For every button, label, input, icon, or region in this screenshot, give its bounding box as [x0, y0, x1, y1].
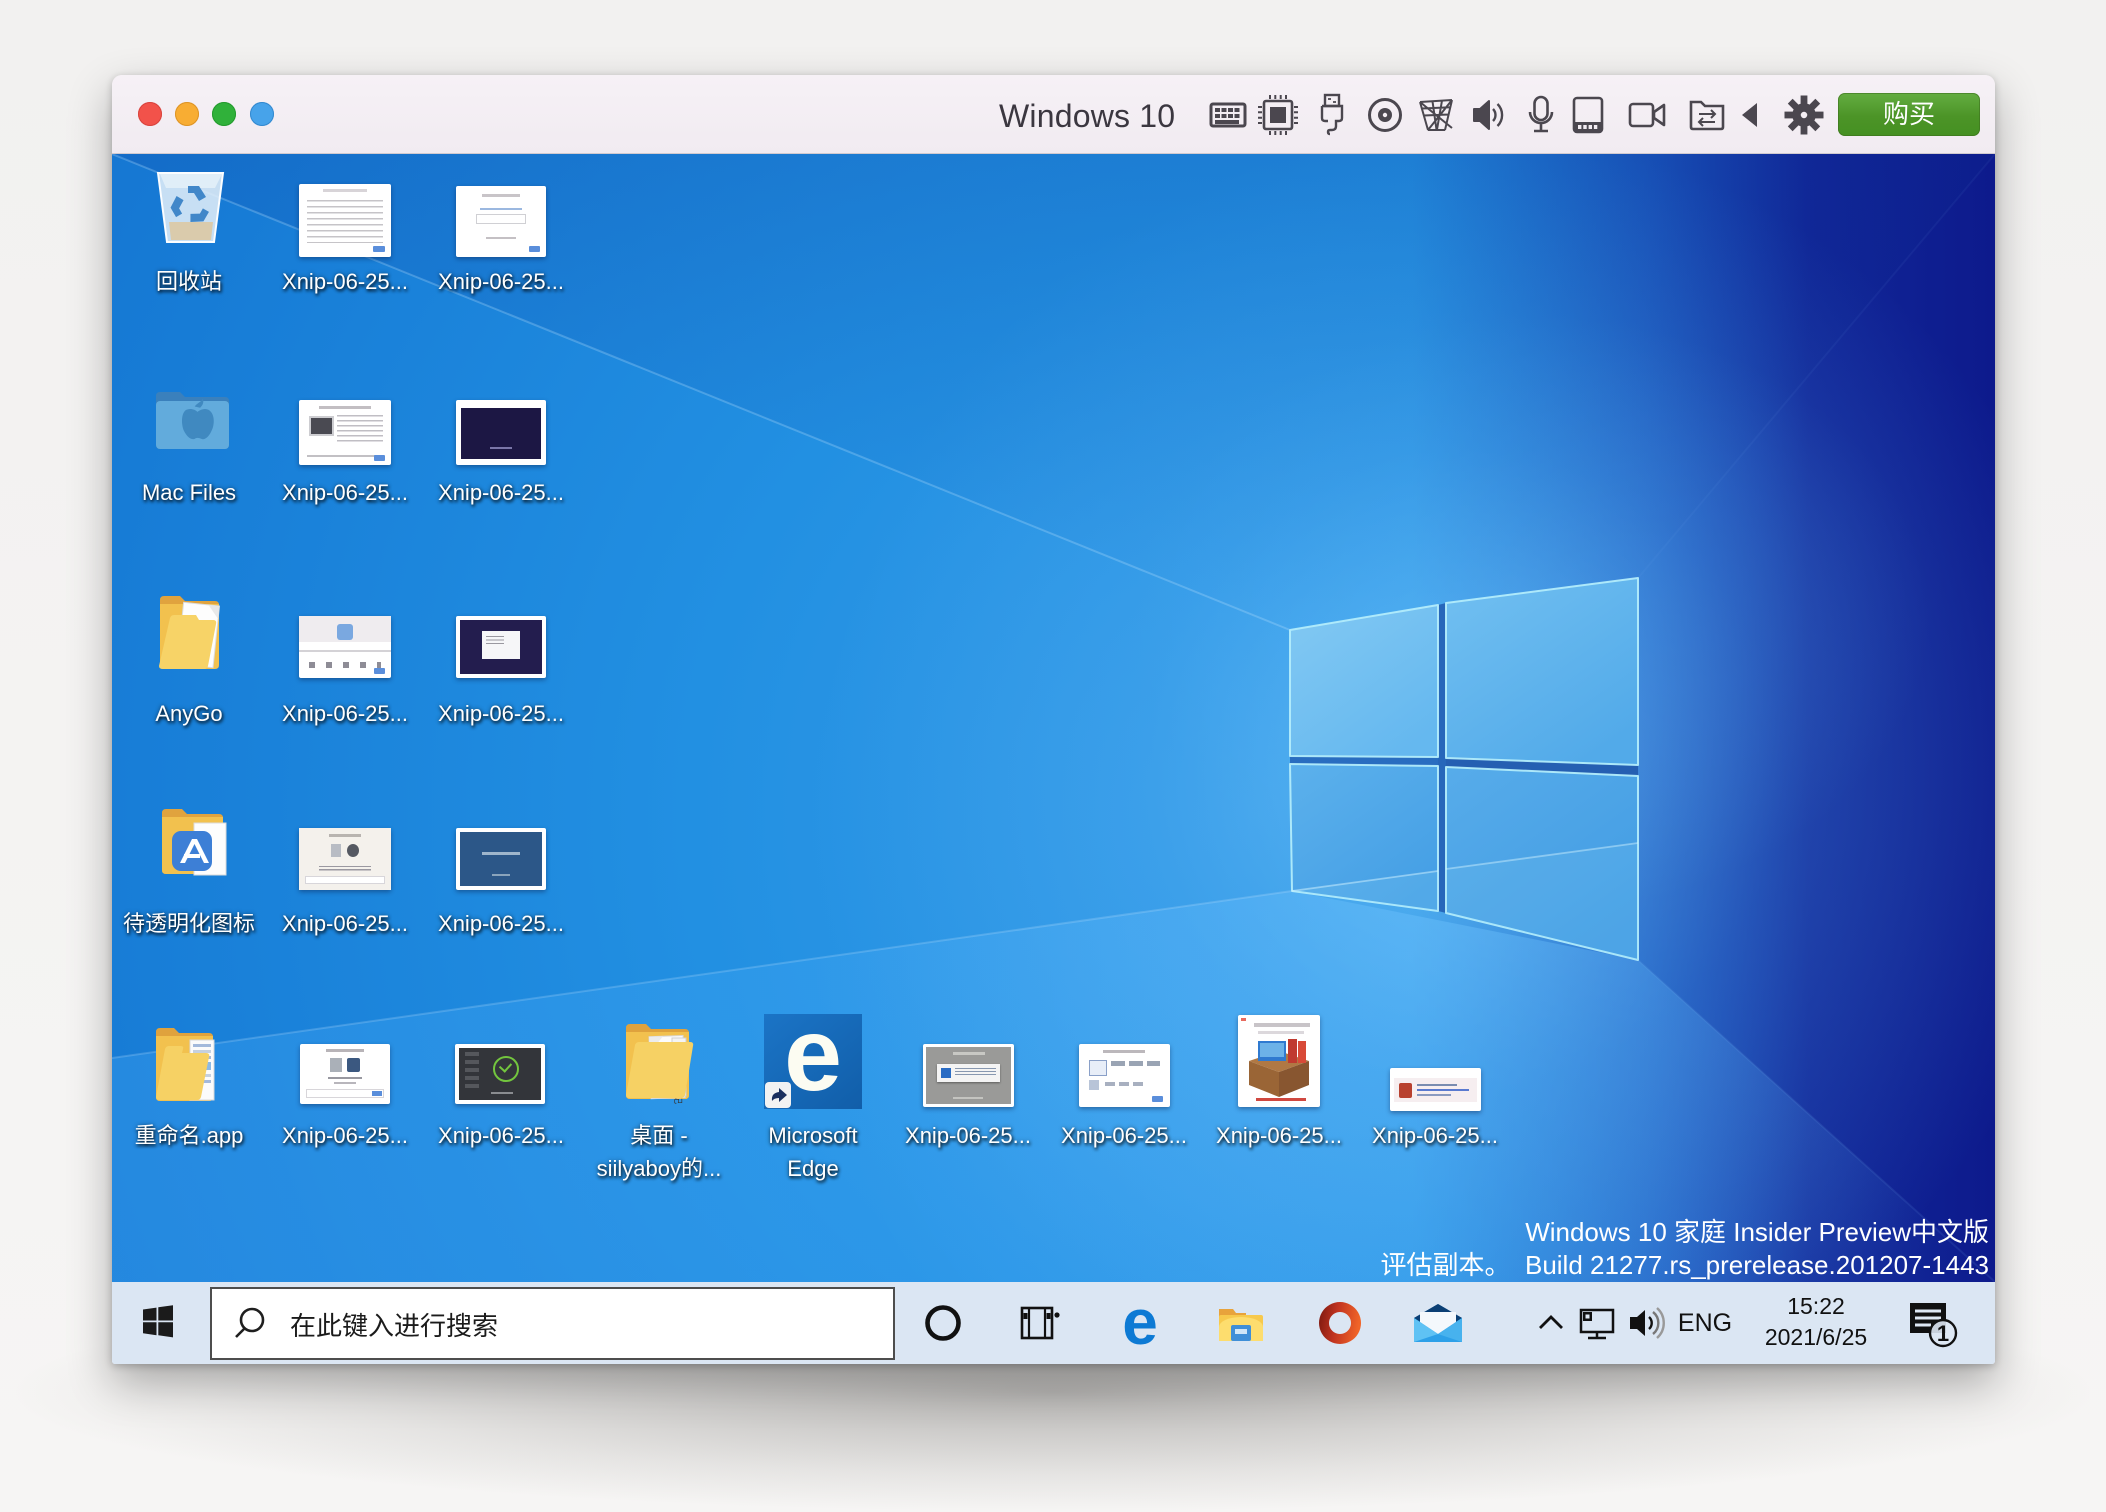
svg-text:1: 1 — [1937, 1321, 1949, 1346]
